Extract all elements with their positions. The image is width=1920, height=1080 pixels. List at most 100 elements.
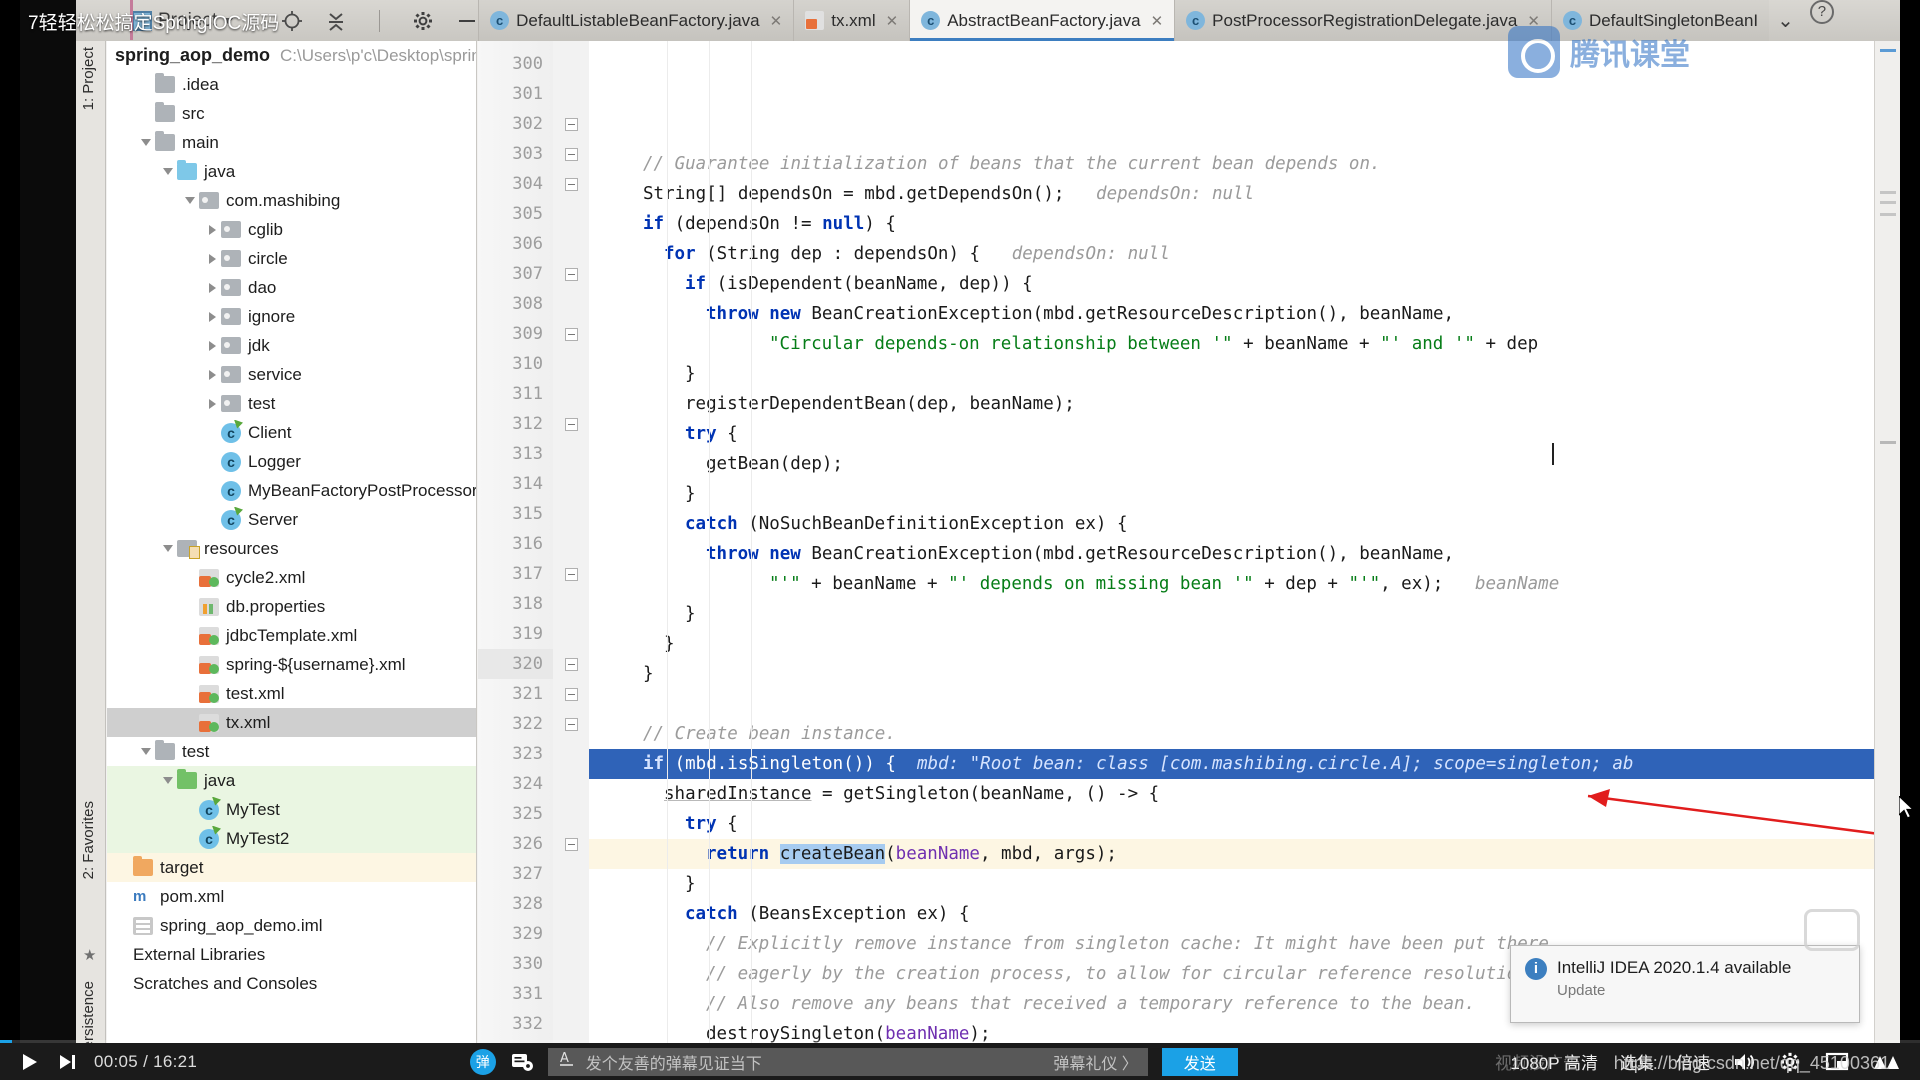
twisty-expanded-icon[interactable]: [159, 168, 177, 175]
twisty-expanded-icon[interactable]: [159, 545, 177, 552]
twisty-collapsed-icon[interactable]: [203, 311, 221, 322]
project-tree[interactable]: spring_aop_demo C:\Users\p'c\Desktop\spr…: [107, 41, 477, 1043]
tree-item-test[interactable]: test: [107, 389, 476, 418]
play-icon[interactable]: [18, 1051, 40, 1073]
tree-item-logger[interactable]: Logger: [107, 447, 476, 476]
tree-item-java[interactable]: java: [107, 157, 476, 186]
code-line-310[interactable]: getBean(dep);: [589, 449, 1900, 479]
twisty-collapsed-icon[interactable]: [203, 282, 221, 293]
sidebar-item-project[interactable]: 1: Project: [80, 47, 97, 110]
editor-tab-2[interactable]: AbstractBeanFactory.java ✕: [909, 0, 1175, 41]
code-line-313[interactable]: throw new BeanCreationException(mbd.getR…: [589, 539, 1900, 569]
twisty-expanded-icon[interactable]: [137, 139, 155, 146]
fold-toggle-icon[interactable]: [553, 829, 589, 859]
twisty-expanded-icon[interactable]: [137, 748, 155, 755]
tree-item-resources[interactable]: resources: [107, 534, 476, 563]
tree-item-tx-xml[interactable]: tx.xml: [107, 708, 476, 737]
danmu-input-box[interactable]: A 发个友善的弹幕见证当下 弹幕礼仪 〉: [547, 1047, 1148, 1076]
editor-tab-3[interactable]: PostProcessorRegistrationDelegate.java ✕: [1174, 0, 1551, 41]
code-editor[interactable]: 300 301 302 303 304 305 306 307 308 309 310 311 312 3…: [478, 41, 1900, 1043]
collapse-all-icon[interactable]: [325, 10, 347, 32]
fold-toggle-icon[interactable]: [553, 409, 589, 439]
minimize-icon[interactable]: [456, 10, 478, 32]
twisty-collapsed-icon[interactable]: [203, 398, 221, 409]
code-line-309[interactable]: try {: [589, 419, 1900, 449]
tree-item-mybeanfactorypostprocessor[interactable]: MyBeanFactoryPostProcessor: [107, 476, 476, 505]
tree-item--idea[interactable]: .idea: [107, 70, 476, 99]
fold-toggle-icon[interactable]: [553, 139, 589, 169]
tree-root-row[interactable]: spring_aop_demo C:\Users\p'c\Desktop\spr…: [107, 41, 476, 70]
editor-tab-0[interactable]: DefaultListableBeanFactory.java ✕: [478, 0, 794, 41]
chevron-down-icon[interactable]: ⌄: [1769, 0, 1802, 41]
fold-toggle-icon[interactable]: [553, 109, 589, 139]
tree-item-service[interactable]: service: [107, 360, 476, 389]
tree-item-test[interactable]: test: [107, 737, 476, 766]
sidebar-item-persistence[interactable]: Persistence: [80, 981, 97, 1043]
code-line-323[interactable]: return createBean(beanName, mbd, args);: [589, 839, 1900, 869]
sidebar-item-favorites[interactable]: 2: Favorites: [80, 801, 97, 879]
tree-item-src[interactable]: src: [107, 99, 476, 128]
fold-toggle-icon[interactable]: [553, 679, 589, 709]
next-icon[interactable]: [56, 1051, 78, 1073]
twisty-collapsed-icon[interactable]: [203, 253, 221, 264]
editor-tab-1[interactable]: tx.xml ✕: [793, 0, 910, 41]
danmu-etiquette-link[interactable]: 弹幕礼仪 〉: [1053, 1050, 1137, 1074]
tree-item-ignore[interactable]: ignore: [107, 302, 476, 331]
tree-item-circle[interactable]: circle: [107, 244, 476, 273]
code-line-302[interactable]: if (dependsOn != null) {: [589, 209, 1900, 239]
tree-item-main[interactable]: main: [107, 128, 476, 157]
gear-icon[interactable]: [412, 10, 434, 32]
code-line-303[interactable]: for (String dep : dependsOn) { dependsOn…: [589, 239, 1900, 269]
twisty-collapsed-icon[interactable]: [203, 224, 221, 235]
code-line-325[interactable]: catch (BeansException ex) {: [589, 899, 1900, 929]
tree-item-target[interactable]: target: [107, 853, 476, 882]
tree-item-com-mashibing[interactable]: com.mashibing: [107, 186, 476, 215]
fold-toggle-icon[interactable]: [553, 169, 589, 199]
close-icon[interactable]: ✕: [886, 12, 899, 30]
help-icon[interactable]: ?: [1809, 0, 1834, 24]
tree-item-jdk[interactable]: jdk: [107, 331, 476, 360]
tree-item-external-libraries[interactable]: External Libraries: [107, 940, 476, 969]
code-line-315[interactable]: }: [589, 599, 1900, 629]
tree-item-db-properties[interactable]: db.properties: [107, 592, 476, 621]
analysis-marker-strip[interactable]: [1874, 41, 1900, 1043]
code-line-320[interactable]: if (mbd.isSingleton()) { mbd: "Root bean…: [589, 749, 1900, 779]
tree-item-scratches-and-consoles[interactable]: Scratches and Consoles: [107, 969, 476, 998]
font-icon[interactable]: A: [558, 1049, 576, 1074]
tree-item-mytest2[interactable]: MyTest2: [107, 824, 476, 853]
twisty-expanded-icon[interactable]: [159, 777, 177, 784]
fold-toggle-icon[interactable]: [553, 319, 589, 349]
tree-item-server[interactable]: Server: [107, 505, 476, 534]
code-line-304[interactable]: if (isDependent(beanName, dep)) {: [589, 269, 1900, 299]
danmu-settings-icon[interactable]: [510, 1051, 534, 1073]
code-line-314[interactable]: "'" + beanName + "' depends on missing b…: [589, 569, 1900, 599]
code-content[interactable]: // Guarantee initialization of beans tha…: [589, 41, 1900, 1043]
tree-item-pom-xml[interactable]: m pom.xml: [107, 882, 476, 911]
close-icon[interactable]: ✕: [770, 12, 783, 30]
code-line-300[interactable]: // Guarantee initialization of beans tha…: [589, 149, 1900, 179]
notification-balloon[interactable]: i IntelliJ IDEA 2020.1.4 available Updat…: [1510, 945, 1860, 1023]
code-line-305[interactable]: throw new BeanCreationException(mbd.getR…: [589, 299, 1900, 329]
tree-item-mytest[interactable]: MyTest: [107, 795, 476, 824]
code-line-301[interactable]: String[] dependsOn = mbd.getDependsOn();…: [589, 179, 1900, 209]
twisty-collapsed-icon[interactable]: [203, 369, 221, 380]
danmu-input-placeholder[interactable]: 发个友善的弹幕见证当下: [586, 1050, 1044, 1074]
tree-item-jdbctemplate-xml[interactable]: jdbcTemplate.xml: [107, 621, 476, 650]
code-line-306[interactable]: "Circular depends-on relationship betwee…: [589, 329, 1900, 359]
code-line-322[interactable]: try {: [589, 809, 1900, 839]
tree-item-cglib[interactable]: cglib: [107, 215, 476, 244]
send-button[interactable]: 发送: [1161, 1047, 1238, 1076]
code-line-319[interactable]: // Create bean instance.: [589, 719, 1900, 749]
fold-toggle-icon[interactable]: [553, 259, 589, 289]
tree-item-cycle2-xml[interactable]: cycle2.xml: [107, 563, 476, 592]
fold-toggle-icon[interactable]: [553, 559, 589, 589]
tree-item-java[interactable]: java: [107, 766, 476, 795]
code-line-307[interactable]: }: [589, 359, 1900, 389]
code-line-317[interactable]: }: [589, 659, 1900, 689]
fold-toggle-icon[interactable]: [553, 649, 589, 679]
notification-subtitle[interactable]: Update: [1557, 982, 1791, 999]
code-line-324[interactable]: }: [589, 869, 1900, 899]
code-line-308[interactable]: registerDependentBean(dep, beanName);: [589, 389, 1900, 419]
close-icon[interactable]: ✕: [1151, 12, 1164, 30]
code-line-312[interactable]: catch (NoSuchBeanDefinitionException ex)…: [589, 509, 1900, 539]
